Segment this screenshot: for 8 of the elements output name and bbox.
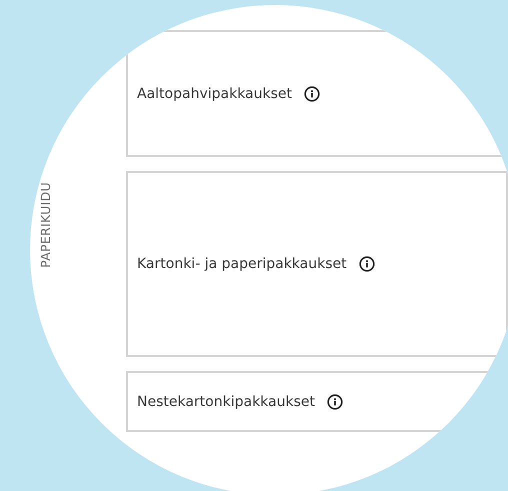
section-label: PAPERIKUIDU xyxy=(38,182,53,268)
category-label: Kartonki- ja paperipakkaukset xyxy=(137,256,347,272)
info-icon[interactable] xyxy=(327,394,343,410)
category-label: Aaltopahvipakkaukset xyxy=(137,86,292,102)
category-label: Nestekartonkipakkaukset xyxy=(137,394,315,410)
info-icon[interactable] xyxy=(304,86,320,102)
category-card[interactable]: Kartonki- ja paperipakkaukset xyxy=(126,171,508,357)
info-icon[interactable] xyxy=(358,256,375,272)
